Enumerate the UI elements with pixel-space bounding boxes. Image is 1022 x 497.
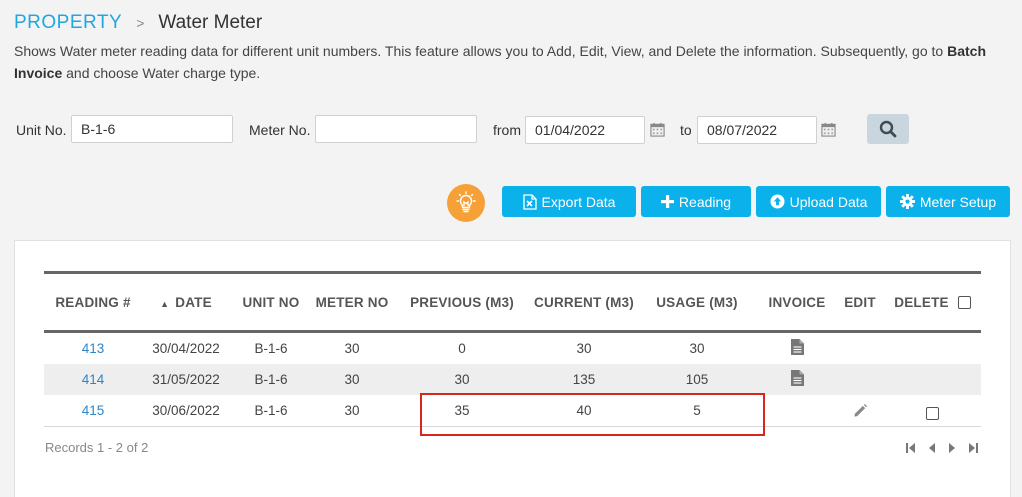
col-usage-header[interactable]: USAGE (M3): [636, 295, 758, 310]
highlight-annotation-box: [420, 393, 765, 436]
col-edit-header: EDIT: [844, 294, 876, 310]
prev-page-icon[interactable]: [926, 442, 938, 454]
unit-cell: B-1-6: [254, 403, 288, 418]
excel-file-icon: [522, 193, 537, 210]
lightbulb-help-button[interactable]: [447, 184, 485, 222]
meter-cell: 30: [344, 403, 360, 418]
col-delete-label: DELETE: [894, 294, 949, 310]
usage-cell: 30: [689, 341, 705, 356]
usage-cell: 105: [685, 372, 709, 387]
col-date-header[interactable]: ▲ DATE: [142, 295, 230, 310]
search-icon: [879, 120, 897, 138]
current-cell: 30: [576, 341, 592, 356]
first-page-icon[interactable]: [905, 442, 917, 454]
reading-label: Reading: [678, 193, 732, 210]
to-label: to: [680, 122, 692, 138]
current-cell: 135: [572, 372, 596, 387]
calendar-icon[interactable]: [650, 122, 665, 137]
date-cell: 31/05/2022: [152, 372, 220, 387]
col-meter-header[interactable]: METER NO: [312, 295, 392, 310]
gear-icon: [899, 194, 915, 209]
date-cell: 30/04/2022: [152, 341, 220, 356]
upload-data-label: Upload Data: [789, 193, 868, 210]
reading-link[interactable]: 414: [82, 372, 105, 387]
meter-no-input[interactable]: [315, 115, 477, 143]
reading-link[interactable]: 413: [82, 341, 105, 356]
invoice-document-icon[interactable]: [790, 370, 804, 386]
reading-link[interactable]: 415: [82, 403, 105, 418]
next-page-icon[interactable]: [946, 442, 958, 454]
previous-cell: 0: [458, 341, 466, 356]
unit-cell: B-1-6: [254, 372, 288, 387]
previous-cell: 30: [454, 372, 470, 387]
table-header: READING # ▲ DATE UNIT NO METER NO PREVIOU…: [44, 271, 981, 333]
search-button[interactable]: [867, 114, 909, 144]
invoice-document-icon[interactable]: [790, 339, 804, 355]
chevron-right-icon: >: [136, 15, 145, 31]
date-cell: 30/06/2022: [152, 403, 220, 418]
last-page-icon[interactable]: [967, 442, 979, 454]
page-description: Shows Water meter reading data for diffe…: [14, 40, 1014, 84]
col-reading-header[interactable]: READING #: [44, 295, 142, 310]
meter-no-label: Meter No.: [249, 122, 311, 138]
meter-cell: 30: [344, 341, 360, 356]
calendar-icon[interactable]: [821, 122, 836, 137]
description-text: Shows Water meter reading data for diffe…: [14, 43, 948, 59]
delete-row-checkbox[interactable]: [926, 406, 939, 420]
description-text-end: and choose Water charge type.: [62, 65, 261, 81]
meter-setup-label: Meter Setup: [919, 193, 997, 210]
col-previous-header[interactable]: PREVIOUS (M3): [392, 295, 532, 310]
meter-setup-button[interactable]: Meter Setup: [886, 186, 1010, 217]
col-date-label: DATE: [175, 294, 212, 310]
table-row: 413 30/04/2022 B-1-6 30 0 30 30: [44, 333, 981, 364]
col-current-header[interactable]: CURRENT (M3): [532, 295, 636, 310]
unit-cell: B-1-6: [254, 341, 288, 356]
select-all-checkbox[interactable]: [957, 296, 971, 310]
unit-no-input[interactable]: [71, 115, 233, 143]
upload-icon: [770, 194, 785, 209]
plus-icon: [660, 195, 674, 208]
from-date-input[interactable]: [525, 116, 645, 144]
to-date-input[interactable]: [697, 116, 817, 144]
lightbulb-icon: [456, 191, 476, 213]
col-invoice-header: INVOICE: [768, 294, 826, 310]
breadcrumb: PROPERTY > Water Meter: [14, 12, 262, 34]
upload-data-button[interactable]: Upload Data: [756, 186, 881, 217]
export-data-button[interactable]: Export Data: [502, 186, 636, 217]
add-reading-button[interactable]: Reading: [641, 186, 751, 217]
unit-no-label: Unit No.: [16, 122, 67, 138]
export-data-label: Export Data: [541, 193, 616, 210]
records-count: Records 1 - 2 of 2: [45, 440, 149, 455]
col-delete-header: DELETE: [884, 295, 981, 310]
meter-cell: 30: [344, 372, 360, 387]
page-title: Water Meter: [158, 12, 263, 33]
col-unit-header[interactable]: UNIT NO: [230, 295, 312, 310]
table-row: 414 31/05/2022 B-1-6 30 30 135 105: [44, 364, 981, 395]
pencil-edit-icon[interactable]: [853, 403, 868, 418]
from-label: from: [493, 122, 521, 138]
breadcrumb-property-link[interactable]: PROPERTY: [14, 12, 122, 34]
sort-asc-icon: ▲: [160, 298, 170, 309]
